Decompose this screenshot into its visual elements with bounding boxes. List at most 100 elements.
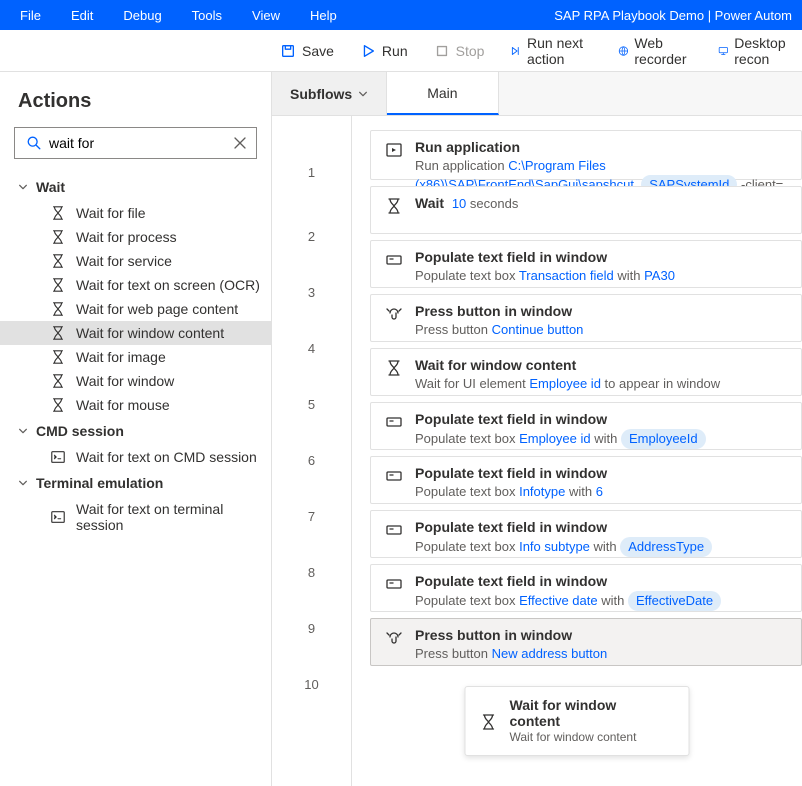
action-type-icon — [50, 373, 66, 389]
step-desc: Populate text box Infotype with 6 — [415, 483, 787, 501]
subflows-button[interactable]: Subflows — [272, 72, 387, 115]
textfield-icon — [385, 251, 403, 269]
action-type-icon — [50, 397, 66, 413]
flow-step[interactable]: Populate text field in windowPopulate te… — [370, 510, 802, 558]
menu-bar: File Edit Debug Tools View Help — [10, 4, 347, 27]
action-type-icon — [50, 229, 66, 245]
web-recorder-button[interactable]: Web recorder — [610, 31, 700, 71]
globe-icon — [618, 43, 629, 59]
play-icon — [360, 43, 376, 59]
textfield-icon — [385, 521, 403, 539]
drag-card-title: Wait for window content — [510, 697, 669, 729]
drag-preview-card[interactable]: Wait for window content Wait for window … — [465, 686, 690, 756]
actions-sidebar: Actions WaitWait for fileWait for proces… — [0, 72, 272, 786]
line-number: 9 — [308, 600, 315, 656]
menu-file[interactable]: File — [10, 4, 51, 27]
step-title: Wait for window content — [415, 357, 787, 373]
press-button-icon — [385, 629, 403, 647]
steps-list: Run applicationRun application C:\Progra… — [352, 116, 802, 786]
flow-step[interactable]: Populate text field in windowPopulate te… — [370, 402, 802, 450]
flow-step[interactable]: Populate text field in window Populate te… — [370, 240, 802, 288]
action-wait-for-image[interactable]: Wait for image — [0, 345, 271, 369]
action-type-icon — [50, 325, 66, 341]
flow-step[interactable]: Populate text field in window Populate te… — [370, 564, 802, 612]
step-desc: Press button New address button — [415, 645, 787, 663]
action-wait-for-window[interactable]: Wait for window — [0, 369, 271, 393]
action-type-icon — [50, 509, 66, 525]
line-number: 5 — [308, 376, 315, 432]
drag-card-desc: Wait for window content — [510, 729, 669, 745]
flow-step[interactable]: Wait 10 seconds — [370, 186, 802, 234]
search-input[interactable] — [14, 127, 257, 159]
stop-icon — [434, 43, 450, 59]
save-icon — [280, 43, 296, 59]
line-number: 6 — [308, 432, 315, 488]
flow-step[interactable]: Press button in windowPress button Conti… — [370, 294, 802, 342]
flow-step[interactable]: Run applicationRun application C:\Progra… — [370, 130, 802, 180]
group-header-wait[interactable]: Wait — [0, 173, 271, 201]
run-button[interactable]: Run — [352, 39, 416, 63]
flow-step[interactable]: Wait for window content Wait for UI eleme… — [370, 348, 802, 396]
action-wait-for-web-page-content[interactable]: Wait for web page content — [0, 297, 271, 321]
action-wait-for-text-on-screen-ocr-[interactable]: Wait for text on screen (OCR) — [0, 273, 271, 297]
step-title: Populate text field in window — [415, 249, 787, 265]
run-next-icon — [510, 43, 521, 59]
run-next-button[interactable]: Run next action — [502, 31, 599, 71]
step-title: Press button in window — [415, 303, 787, 319]
menu-edit[interactable]: Edit — [61, 4, 103, 27]
line-number: 4 — [308, 320, 315, 376]
action-wait-for-mouse[interactable]: Wait for mouse — [0, 393, 271, 417]
step-desc: Populate text box Transaction field with… — [415, 267, 787, 285]
menu-help[interactable]: Help — [300, 4, 347, 27]
run-app-icon — [385, 141, 403, 159]
flow-step[interactable]: Populate text field in windowPopulate te… — [370, 456, 802, 504]
toolbar: Save Run Stop Run next action Web record… — [0, 30, 802, 72]
line-number: 3 — [308, 264, 315, 320]
chevron-down-icon — [18, 478, 28, 488]
desktop-icon — [718, 43, 729, 59]
action-wait-for-service[interactable]: Wait for service — [0, 249, 271, 273]
action-wait-for-text-on-cmd-session[interactable]: Wait for text on CMD session — [0, 445, 271, 469]
search-icon — [26, 135, 42, 151]
action-wait-for-text-on-terminal-session[interactable]: Wait for text on terminal session — [0, 497, 271, 537]
window-title: SAP RPA Playbook Demo | Power Autom — [554, 8, 792, 23]
flow-step[interactable]: Press button in window Press button New a… — [370, 618, 802, 666]
action-wait-for-process[interactable]: Wait for process — [0, 225, 271, 249]
tab-main[interactable]: Main — [387, 72, 498, 115]
action-type-icon — [50, 253, 66, 269]
desktop-recorder-button[interactable]: Desktop recon — [710, 31, 802, 71]
action-wait-for-file[interactable]: Wait for file — [0, 201, 271, 225]
stop-button[interactable]: Stop — [426, 39, 493, 63]
action-type-icon — [50, 205, 66, 221]
textfield-icon — [385, 413, 403, 431]
hourglass-icon — [480, 713, 498, 731]
step-title: Populate text field in window — [415, 573, 787, 589]
clear-search-icon[interactable] — [233, 136, 247, 150]
step-title: Press button in window — [415, 627, 787, 643]
line-gutter: 12345678910 — [272, 116, 352, 786]
chevron-down-icon — [358, 89, 368, 99]
step-title: Run application — [415, 139, 787, 155]
action-type-icon — [50, 277, 66, 293]
chevron-down-icon — [18, 426, 28, 436]
menu-view[interactable]: View — [242, 4, 290, 27]
step-title: Populate text field in window — [415, 519, 787, 535]
sidebar-title: Actions — [18, 90, 253, 113]
menu-tools[interactable]: Tools — [182, 4, 232, 27]
action-type-icon — [50, 301, 66, 317]
group-header-terminal-emulation[interactable]: Terminal emulation — [0, 469, 271, 497]
titlebar: File Edit Debug Tools View Help SAP RPA … — [0, 0, 802, 30]
step-desc: Wait for UI element Employee id to appea… — [415, 375, 787, 393]
textfield-icon — [385, 467, 403, 485]
line-number: 8 — [308, 544, 315, 600]
group-header-cmd-session[interactable]: CMD session — [0, 417, 271, 445]
tab-bar: Subflows Main — [272, 72, 802, 116]
save-button[interactable]: Save — [272, 39, 342, 63]
step-desc: Populate text box Effective date with Ef… — [415, 591, 787, 611]
line-number: 1 — [308, 136, 315, 208]
action-wait-for-window-content[interactable]: Wait for window content — [0, 321, 271, 345]
line-number: 10 — [304, 656, 318, 712]
hourglass-icon — [385, 359, 403, 377]
menu-debug[interactable]: Debug — [113, 4, 171, 27]
chevron-down-icon — [18, 182, 28, 192]
